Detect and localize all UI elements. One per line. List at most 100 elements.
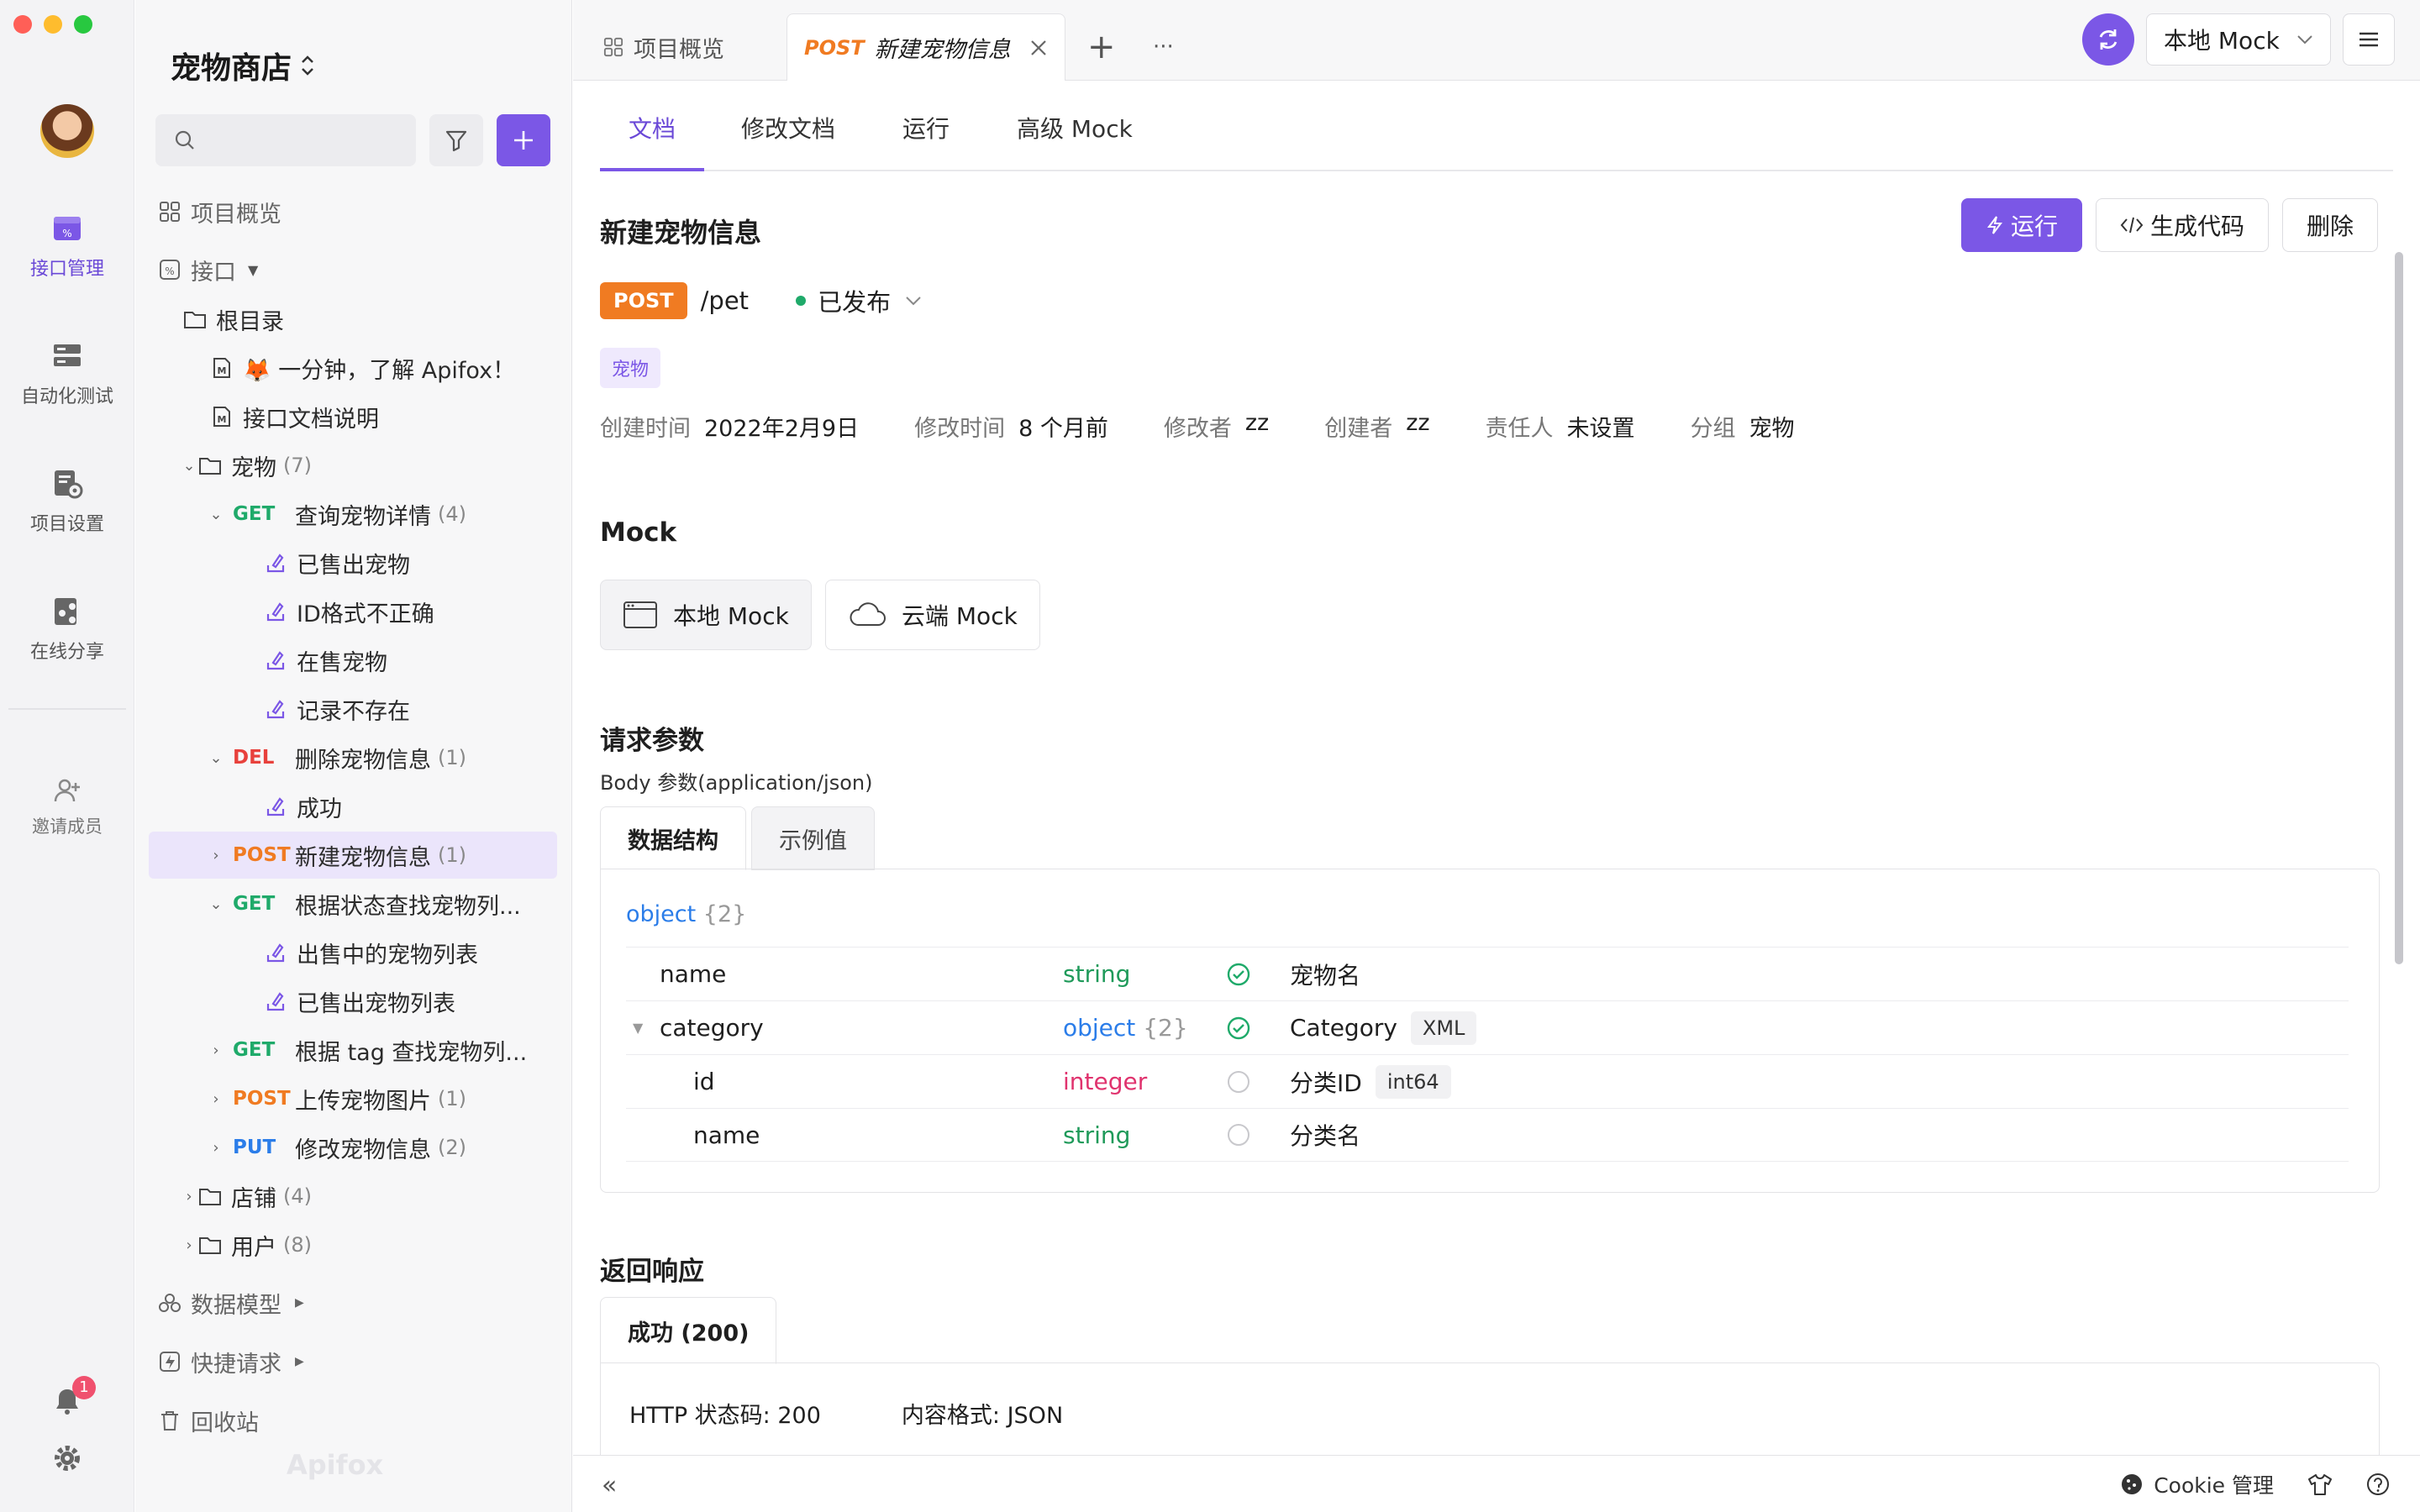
tree-folder-store[interactable]: › 店铺 (4) xyxy=(181,1173,312,1220)
tree-folder-user[interactable]: › 用户 (8) xyxy=(181,1221,312,1268)
tree-case-id-invalid[interactable]: ID格式不正确 xyxy=(263,588,434,635)
subtab-advanced-mock[interactable]: 高级 Mock xyxy=(1017,111,1133,144)
subtab-edit-doc[interactable]: 修改文档 xyxy=(741,111,835,144)
add-new-button[interactable] xyxy=(497,114,550,166)
tree-endpoint-get-by-tag[interactable]: › GET 根据 tag 查找宠物列... xyxy=(208,1026,527,1074)
tree-endpoint-get-by-status[interactable]: ⌄ GET 根据状态查找宠物列... xyxy=(208,880,520,927)
tree-case-success[interactable]: 成功 xyxy=(263,783,342,830)
rail-item-api-management[interactable]: % 接口管理 xyxy=(0,212,134,281)
tab-post-new-pet[interactable]: POST 新建宠物信息 xyxy=(786,13,1065,81)
format-badge: int64 xyxy=(1375,1064,1451,1099)
api-doc-panel: 文档 修改文档 运行 高级 Mock 新建宠物信息 运行 生成代码 删除 POS… xyxy=(573,81,2405,1455)
subtab-run[interactable]: 运行 xyxy=(902,111,950,144)
tag-badge: 宠物 xyxy=(600,348,661,388)
markdown-file-icon: M xyxy=(209,355,234,381)
tree-folder-pets[interactable]: ⌄ 宠物 (7) xyxy=(181,442,312,489)
tree-endpoint-get-pet-detail[interactable]: ⌄ GET 查询宠物详情 (4) xyxy=(208,491,466,538)
sidebar-item-trash[interactable]: 回收站 xyxy=(157,1397,259,1444)
request-section-title: 请求参数 xyxy=(600,726,704,756)
chevron-right-icon: › xyxy=(213,1089,219,1108)
chevron-down-icon: ⌄ xyxy=(209,748,223,767)
more-tabs-button[interactable]: ··· xyxy=(1153,13,1174,81)
schema-table: object {2} name string 宠物名 ▼ category ob… xyxy=(600,869,2380,1193)
sync-button[interactable] xyxy=(2082,13,2134,66)
sidebar-item-quick-request[interactable]: 快捷请求 ▶ xyxy=(157,1338,304,1385)
tab-schema[interactable]: 数据结构 xyxy=(600,806,746,870)
window-controls xyxy=(13,15,92,34)
rail-item-invite-member[interactable]: 邀请成员 xyxy=(0,776,134,838)
tree-endpoint-del-pet[interactable]: ⌄ DEL 删除宠物信息 (1) xyxy=(208,734,466,781)
tree-case-sold-list[interactable]: 已售出宠物列表 xyxy=(263,978,455,1025)
tree-folder-root[interactable]: 根目录 xyxy=(182,296,284,343)
collapse-sidebar-button[interactable]: « xyxy=(602,1471,617,1500)
delete-button[interactable]: 删除 xyxy=(2281,198,2378,252)
close-window-button[interactable] xyxy=(13,15,32,34)
generate-code-button[interactable]: 生成代码 xyxy=(2095,198,2269,252)
svg-text:M: M xyxy=(218,414,227,425)
rail-item-auto-test[interactable]: 自动化测试 xyxy=(0,339,134,408)
xml-badge: XML xyxy=(1410,1011,1477,1045)
run-button[interactable]: 运行 xyxy=(1960,198,2082,252)
minimize-window-button[interactable] xyxy=(44,15,62,34)
folder-icon xyxy=(197,1232,223,1257)
cookie-manager-button[interactable]: Cookie 管理 xyxy=(2120,1469,2274,1499)
status-select[interactable]: 已发布 xyxy=(818,283,891,318)
avatar[interactable] xyxy=(40,104,94,158)
trash-icon xyxy=(157,1408,182,1433)
api-icon: % xyxy=(157,257,182,282)
tree-doc-intro[interactable]: M 🦊 一分钟，了解 Apifox！ xyxy=(209,344,515,391)
sidebar-item-overview[interactable]: 项目概览 xyxy=(157,188,281,235)
test-case-icon xyxy=(263,599,288,624)
response-section-title: 返回响应 xyxy=(600,1257,704,1287)
api-title: 新建宠物信息 xyxy=(600,217,762,249)
tab-response-200[interactable]: 成功 (200) xyxy=(600,1297,777,1364)
tree-endpoint-put-pet[interactable]: › PUT 修改宠物信息 (2) xyxy=(208,1124,466,1171)
close-icon[interactable] xyxy=(1029,39,1048,57)
rail-item-project-settings[interactable]: 项目设置 xyxy=(0,467,134,536)
tree-endpoint-post-pet[interactable]: › POST 新建宠物信息 (1) xyxy=(149,832,557,879)
tree-doc-readme[interactable]: M 接口文档说明 xyxy=(209,393,379,440)
tree-endpoint-post-upload[interactable]: › POST 上传宠物图片 (1) xyxy=(208,1075,466,1122)
cloud-mock-card[interactable]: 云端 Mock xyxy=(825,580,1040,650)
filter-icon xyxy=(445,130,467,152)
subtab-doc[interactable]: 文档 xyxy=(629,111,676,144)
sidebar-item-data-models[interactable]: 数据模型 ▶ xyxy=(157,1279,304,1326)
table-row[interactable]: name string 宠物名 xyxy=(626,947,2349,1000)
scrollbar[interactable] xyxy=(2393,171,2405,1364)
rail-item-online-share[interactable]: 在线分享 xyxy=(0,595,134,664)
content-format: 内容格式: JSON xyxy=(901,1403,1064,1429)
doc-subtabs: 文档 修改文档 运行 高级 Mock xyxy=(600,81,2393,171)
filter-button[interactable] xyxy=(429,114,483,166)
tab-project-overview[interactable]: 项目概览 xyxy=(603,13,724,81)
tree-case-not-exist[interactable]: 记录不存在 xyxy=(263,685,410,732)
chevron-down-icon: ⌄ xyxy=(209,895,223,913)
add-tab-button[interactable]: + xyxy=(1087,13,1116,81)
left-rail: % 接口管理 自动化测试 项目设置 在线分享 邀请成员 1 xyxy=(0,0,134,1512)
sort-chevrons-icon xyxy=(302,55,313,76)
tree-search-input[interactable] xyxy=(155,114,416,166)
scrollbar-thumb[interactable] xyxy=(2395,252,2403,964)
chevron-down-icon: ⌄ xyxy=(209,505,223,523)
project-name: 宠物商店 xyxy=(171,51,292,86)
optional-circle-icon xyxy=(1228,1124,1249,1146)
gear-icon[interactable] xyxy=(52,1443,82,1473)
body-content-type: Body 参数(application/json) xyxy=(600,771,873,795)
tab-example[interactable]: 示例值 xyxy=(751,806,875,870)
tree-case-on-sale[interactable]: 在售宠物 xyxy=(263,637,387,684)
table-row[interactable]: name string 分类名 xyxy=(626,1108,2349,1162)
environment-select[interactable]: 本地 Mock xyxy=(2146,13,2331,66)
local-mock-card[interactable]: 本地 Mock xyxy=(600,580,812,650)
menu-button[interactable] xyxy=(2343,13,2395,66)
browser-window-icon xyxy=(623,601,657,628)
project-switcher[interactable]: 宠物商店 xyxy=(171,44,315,87)
table-row[interactable]: id integer 分类ID int64 xyxy=(626,1054,2349,1108)
table-row[interactable]: ▼ category object {2} Category XML xyxy=(626,1000,2349,1054)
shirt-icon[interactable] xyxy=(2307,1473,2333,1496)
sidebar-item-interfaces[interactable]: % 接口 ▼ xyxy=(157,246,258,293)
tree-case-sold[interactable]: 已售出宠物 xyxy=(263,539,410,586)
chevron-down-icon[interactable] xyxy=(904,295,923,307)
help-icon[interactable] xyxy=(2366,1473,2390,1496)
zoom-window-button[interactable] xyxy=(74,15,92,34)
tree-case-for-sale-list[interactable]: 出售中的宠物列表 xyxy=(263,929,478,976)
caret-down-icon[interactable]: ▼ xyxy=(633,1020,643,1036)
